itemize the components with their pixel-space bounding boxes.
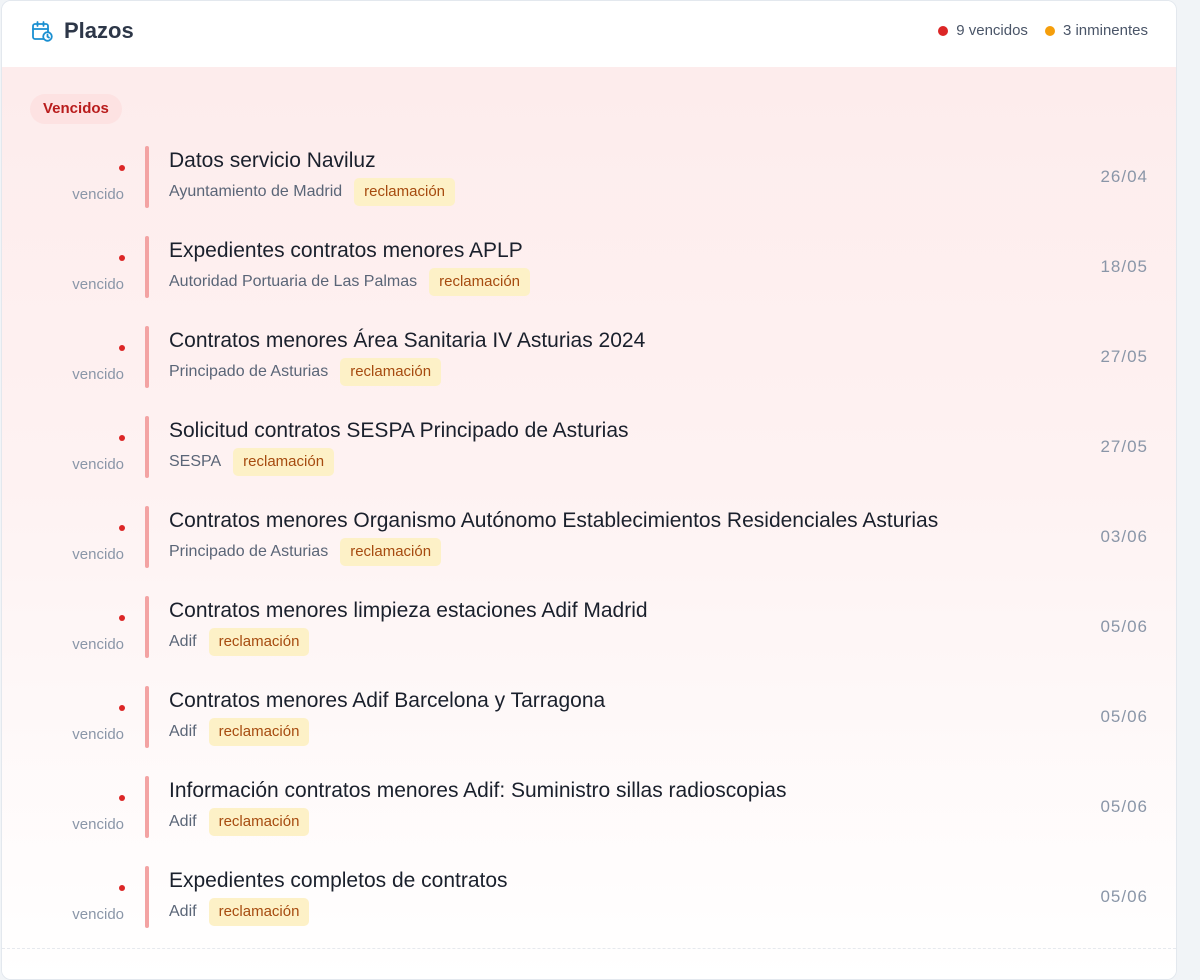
status-bar <box>145 146 149 208</box>
deadline-date: 26/04 <box>1100 167 1148 186</box>
status-label: vencido <box>72 276 124 293</box>
deadline-row[interactable]: vencido Contratos menores limpieza estac… <box>2 596 1176 686</box>
type-badge: reclamación <box>354 178 456 206</box>
organization-name: Autoridad Portuaria de Las Palmas <box>169 273 418 290</box>
overdue-dot-icon <box>119 435 125 441</box>
deadline-title[interactable]: Información contratos menores Adif: Sumi… <box>169 778 786 804</box>
calendar-clock-icon <box>32 21 53 42</box>
deadline-meta: Adif reclamación <box>169 628 310 656</box>
page-title: Plazos <box>64 18 134 43</box>
overdue-dot-icon <box>119 795 125 801</box>
organization-name: Adif <box>169 723 197 740</box>
deadline-date: 27/05 <box>1100 437 1148 456</box>
type-badge: reclamación <box>208 718 310 746</box>
deadline-date: 18/05 <box>1100 257 1148 276</box>
deadline-date: 27/05 <box>1100 347 1148 366</box>
deadline-row[interactable]: vencido Contratos menores Organismo Autó… <box>2 506 1176 596</box>
status-label: vencido <box>72 366 124 383</box>
deadline-title[interactable]: Expedientes contratos menores APLP <box>169 238 523 264</box>
deadline-row[interactable]: vencido Contratos menores Adif Barcelona… <box>2 686 1176 776</box>
overdue-dot-icon <box>119 255 125 261</box>
status-bar <box>145 506 149 568</box>
organization-name: Adif <box>169 903 197 920</box>
deadline-title[interactable]: Solicitud contratos SESPA Principado de … <box>169 418 629 444</box>
deadline-title[interactable]: Expedientes completos de contratos <box>169 868 508 894</box>
legend: 9 vencidos 3 inminentes <box>938 22 1148 40</box>
legend-label: 3 inminentes <box>1062 22 1148 39</box>
deadline-date: 05/06 <box>1100 707 1148 726</box>
overdue-dot-icon <box>119 705 125 711</box>
overdue-dot-icon <box>938 26 949 36</box>
organization-name: Adif <box>169 633 197 650</box>
section-divider <box>2 948 1176 949</box>
organization-name: Ayuntamiento de Madrid <box>169 183 343 200</box>
organization-name: Principado de Asturias <box>169 363 329 380</box>
deadline-row[interactable]: vencido Contratos menores Área Sanitaria… <box>2 326 1176 416</box>
deadline-meta: Principado de Asturias reclamación <box>169 538 442 566</box>
status-bar <box>145 776 149 838</box>
deadline-date: 05/06 <box>1100 797 1148 816</box>
status-label: vencido <box>72 726 124 743</box>
status-label: vencido <box>72 186 124 203</box>
deadline-row[interactable]: vencido Información contratos menores Ad… <box>2 776 1176 866</box>
type-badge: reclamación <box>208 628 310 656</box>
deadline-date: 03/06 <box>1100 527 1148 546</box>
type-badge: reclamación <box>340 358 442 386</box>
organization-name: Principado de Asturias <box>169 543 329 560</box>
deadline-title[interactable]: Contratos menores Adif Barcelona y Tarra… <box>169 688 605 714</box>
deadline-meta: Adif reclamación <box>169 808 310 836</box>
deadline-meta: Principado de Asturias reclamación <box>169 358 442 386</box>
deadline-title[interactable]: Datos servicio Naviluz <box>169 148 376 174</box>
status-bar <box>145 326 149 388</box>
overdue-dot-icon <box>119 885 125 891</box>
status-label: vencido <box>72 636 124 653</box>
overdue-dot-icon <box>119 525 125 531</box>
deadline-row[interactable]: vencido Expedientes completos de contrat… <box>2 866 1176 956</box>
imminent-dot-icon <box>1044 26 1055 36</box>
deadline-meta: Adif reclamación <box>169 898 310 926</box>
deadline-title[interactable]: Contratos menores Organismo Autónomo Est… <box>169 508 938 534</box>
deadline-meta: Autoridad Portuaria de Las Palmas reclam… <box>169 268 531 296</box>
status-bar <box>145 236 149 298</box>
deadline-meta: SESPA reclamación <box>169 448 335 476</box>
legend-item-imminent: 3 inminentes <box>1044 22 1148 40</box>
deadline-meta: Ayuntamiento de Madrid reclamación <box>169 178 456 206</box>
overdue-dot-icon <box>119 165 125 171</box>
status-label: vencido <box>72 906 124 923</box>
status-label: vencido <box>72 816 124 833</box>
deadline-row[interactable]: vencido Datos servicio Naviluz Ayuntamie… <box>2 146 1176 236</box>
organization-name: Adif <box>169 813 197 830</box>
status-bar <box>145 596 149 658</box>
status-bar <box>145 416 149 478</box>
status-bar <box>145 686 149 748</box>
deadline-row[interactable]: vencido Expedientes contratos menores AP… <box>2 236 1176 326</box>
type-badge: reclamación <box>233 448 335 476</box>
status-bar <box>145 866 149 928</box>
deadline-date: 05/06 <box>1100 617 1148 636</box>
status-label: vencido <box>72 546 124 563</box>
section-badge-overdue: Vencidos <box>30 94 122 124</box>
deadline-row[interactable]: vencido Solicitud contratos SESPA Princi… <box>2 416 1176 506</box>
legend-label: 9 vencidos <box>956 22 1028 39</box>
deadline-date: 05/06 <box>1100 887 1148 906</box>
card-header: Plazos 9 vencidos 3 inminentes <box>2 1 1176 67</box>
deadline-title[interactable]: Contratos menores Área Sanitaria IV Astu… <box>169 328 645 354</box>
status-label: vencido <box>72 456 124 473</box>
deadline-list: vencido Datos servicio Naviluz Ayuntamie… <box>2 146 1176 956</box>
type-badge: reclamación <box>429 268 531 296</box>
overdue-dot-icon <box>119 615 125 621</box>
deadline-meta: Adif reclamación <box>169 718 310 746</box>
type-badge: reclamación <box>340 538 442 566</box>
legend-item-overdue: 9 vencidos <box>938 22 1028 40</box>
deadlines-card: Plazos 9 vencidos 3 inminentes Vencidos … <box>1 0 1177 980</box>
deadline-title[interactable]: Contratos menores limpieza estaciones Ad… <box>169 598 648 624</box>
deadlines-body: Vencidos vencido Datos servicio Naviluz … <box>2 67 1176 979</box>
organization-name: SESPA <box>169 453 222 470</box>
overdue-dot-icon <box>119 345 125 351</box>
type-badge: reclamación <box>208 808 310 836</box>
type-badge: reclamación <box>208 898 310 926</box>
